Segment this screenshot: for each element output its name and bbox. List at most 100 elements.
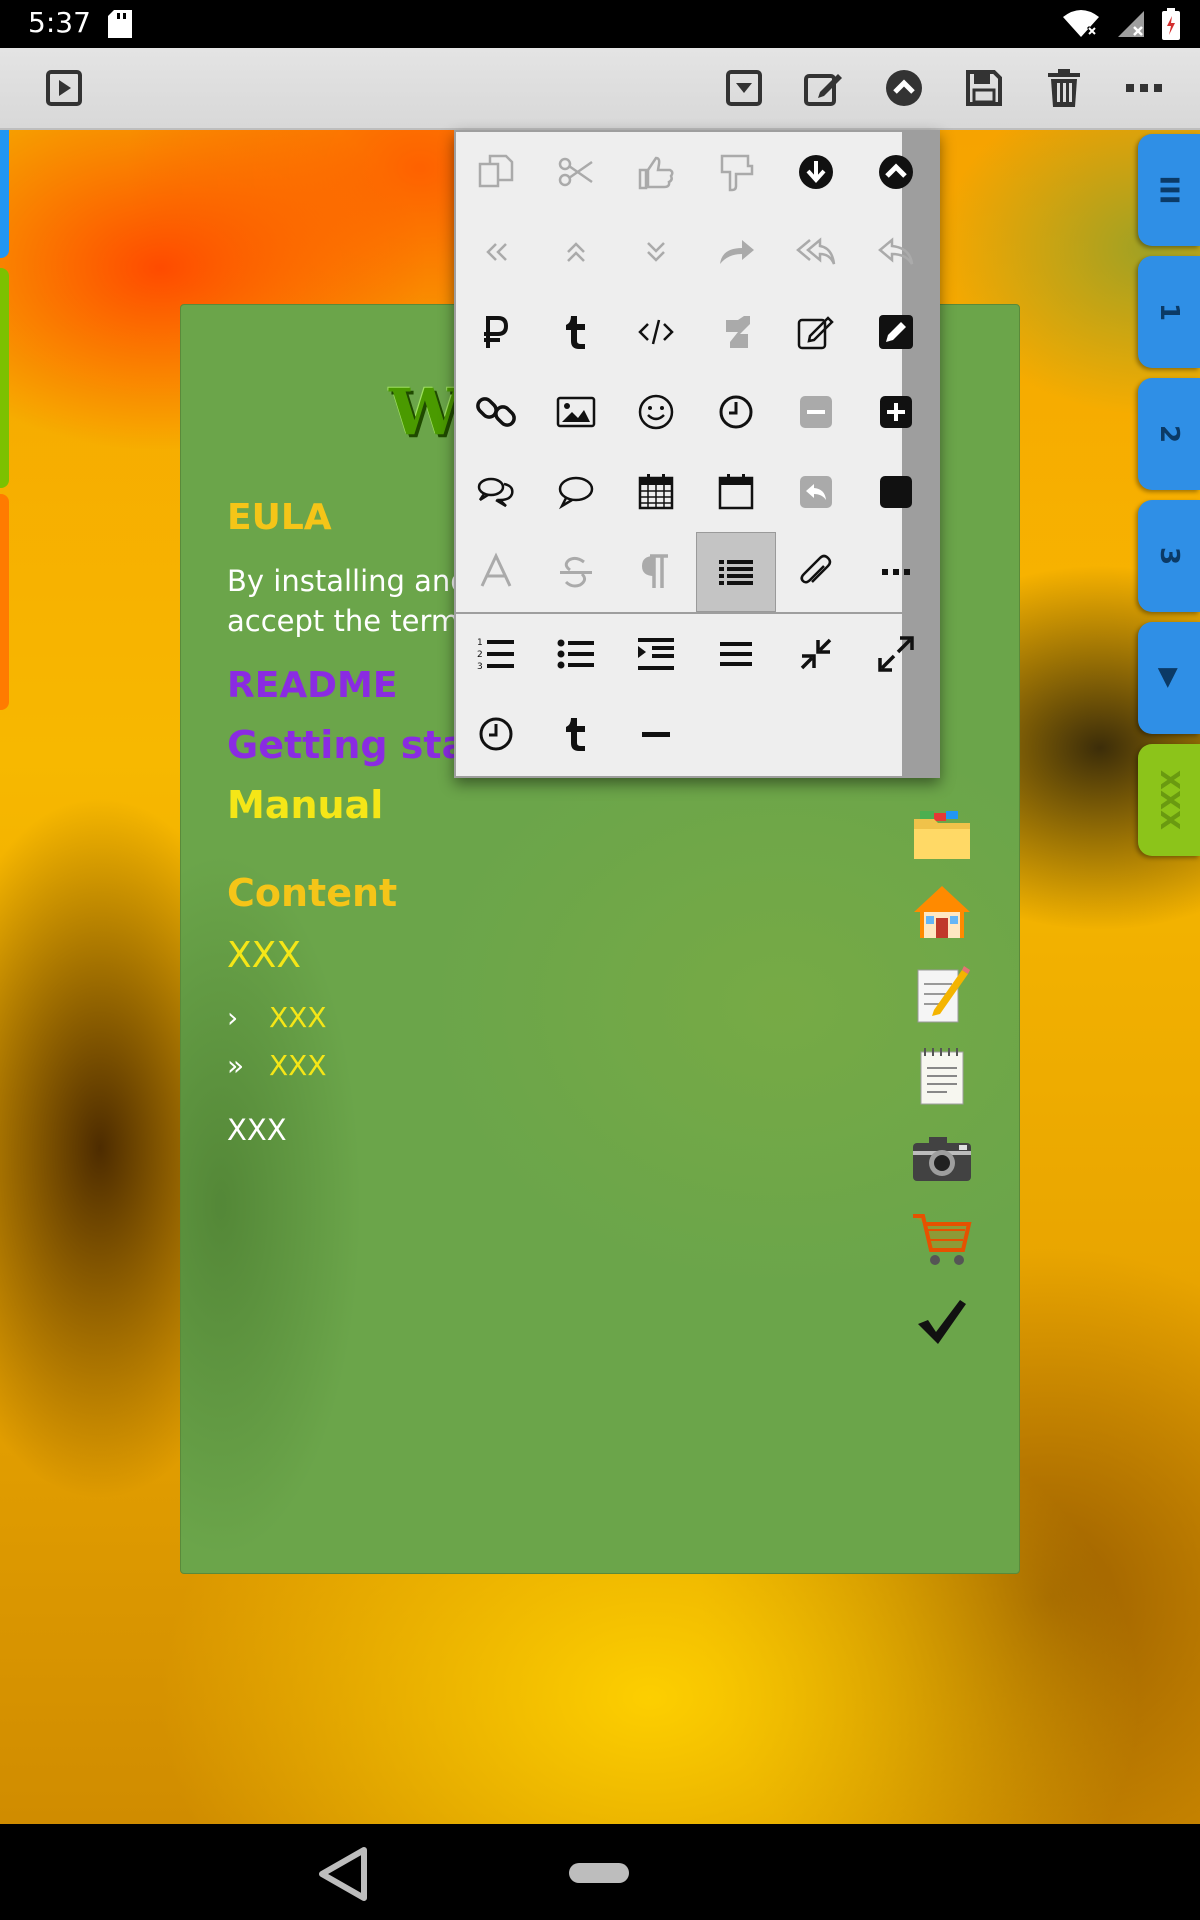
paperclip-icon[interactable] — [776, 532, 856, 612]
tab-label: 1 — [1154, 302, 1184, 322]
pencil-square-icon[interactable] — [856, 292, 936, 372]
play-in-box-icon[interactable] — [40, 64, 88, 112]
reply-all-icon[interactable] — [776, 212, 856, 292]
bullet-single-chevron: › — [227, 1001, 239, 1034]
strikethrough-icon[interactable] — [536, 532, 616, 612]
content-item[interactable]: XXX — [227, 1113, 287, 1147]
left-edge-tab-green[interactable] — [0, 268, 9, 488]
tab-label: 2 — [1154, 424, 1184, 444]
tab-menu[interactable]: III — [1138, 134, 1200, 246]
minus-square-icon[interactable] — [776, 372, 856, 452]
copy-icon[interactable] — [456, 132, 536, 212]
expand-icon[interactable] — [856, 614, 936, 694]
svg-text:3: 3 — [477, 662, 483, 672]
tab-label: III — [1154, 175, 1184, 205]
arrow-down-circle-icon[interactable] — [776, 132, 856, 212]
home-pill[interactable] — [568, 1862, 630, 1888]
eula-heading[interactable]: EULA — [227, 497, 332, 538]
calendar-icon[interactable] — [616, 452, 696, 532]
bulleted-list-icon[interactable] — [536, 614, 616, 694]
paste-icon[interactable] — [696, 132, 776, 212]
wifi-off-icon — [1062, 9, 1100, 43]
deviantart-icon[interactable] — [696, 292, 776, 372]
image-icon[interactable] — [536, 372, 616, 452]
share-square-icon[interactable] — [776, 452, 856, 532]
check-mark-emoji[interactable] — [909, 1289, 975, 1355]
code-icon[interactable] — [616, 292, 696, 372]
ordered-list-icon[interactable]: 1 2 3 — [456, 614, 536, 694]
tab-xxx[interactable]: XXX — [1138, 744, 1200, 856]
double-up-icon[interactable] — [536, 212, 616, 292]
chevron-up-circle-icon[interactable] — [880, 64, 928, 112]
undo-icon[interactable] — [856, 212, 936, 292]
memo-emoji[interactable] — [909, 961, 975, 1027]
tumblr-icon[interactable] — [536, 292, 616, 372]
comments-icon[interactable] — [456, 452, 536, 532]
tab-label: XXX — [1153, 769, 1184, 831]
left-edge-tab-orange[interactable] — [0, 494, 9, 710]
notepad-emoji[interactable] — [909, 1043, 975, 1109]
folder-emoji[interactable] — [909, 803, 975, 869]
list-item[interactable]: › XXX — [227, 1001, 327, 1034]
status-time: 5:37 — [28, 6, 91, 39]
redo-icon[interactable] — [696, 212, 776, 292]
thumbs-up-icon[interactable] — [616, 132, 696, 212]
list-item-label: XXX — [269, 1001, 327, 1034]
tab-3[interactable]: 3 — [1138, 500, 1200, 612]
list-icon[interactable] — [696, 532, 776, 612]
comment-icon[interactable] — [536, 452, 616, 532]
list-item-label: XXX — [269, 1049, 327, 1082]
edit-square-icon[interactable] — [776, 292, 856, 372]
pilcrow-icon[interactable] — [616, 532, 696, 612]
trash-icon[interactable] — [1040, 64, 1088, 112]
tab-1[interactable]: 1 — [1138, 256, 1200, 368]
svg-text:2: 2 — [477, 650, 483, 660]
camera-emoji[interactable] — [909, 1125, 975, 1191]
horizontal-rule-icon[interactable] — [616, 694, 696, 774]
tab-play[interactable]: ▶ — [1138, 622, 1200, 734]
house-emoji[interactable] — [909, 879, 975, 945]
smiley-icon[interactable] — [616, 372, 696, 452]
indent-icon[interactable] — [616, 614, 696, 694]
tab-label: 3 — [1154, 546, 1184, 566]
note-title: W — [389, 375, 461, 450]
more-horizontal-icon[interactable] — [1120, 64, 1168, 112]
cut-icon[interactable] — [536, 132, 616, 212]
formatting-palette-popup: 1 2 3 — [454, 130, 940, 778]
navigation-bar — [0, 1824, 1200, 1920]
content-heading: Content — [227, 871, 398, 915]
edit-icon[interactable] — [800, 64, 848, 112]
ellipsis-icon[interactable] — [856, 532, 936, 612]
tumblr-icon[interactable] — [536, 694, 616, 774]
double-left-icon[interactable] — [456, 212, 536, 292]
ruble-icon[interactable] — [456, 292, 536, 372]
battery-icon — [1162, 8, 1180, 44]
clock-icon[interactable] — [696, 372, 776, 452]
tab-label: ▶ — [1154, 668, 1184, 688]
arrow-up-circle-icon[interactable] — [856, 132, 936, 212]
content-item[interactable]: XXX — [227, 935, 301, 976]
save-icon[interactable] — [960, 64, 1008, 112]
status-bar: 5:37 — [0, 0, 1200, 48]
toolbar — [0, 48, 1200, 130]
stop-square-icon[interactable] — [856, 452, 936, 532]
tab-2[interactable]: 2 — [1138, 378, 1200, 490]
link-icon[interactable] — [456, 372, 536, 452]
clock-icon[interactable] — [456, 694, 536, 774]
calendar-blank-icon[interactable] — [696, 452, 776, 532]
manual-link[interactable]: Manual — [227, 783, 383, 827]
plus-square-icon[interactable] — [856, 372, 936, 452]
shopping-cart-emoji[interactable] — [909, 1207, 975, 1273]
dropdown-box-icon[interactable] — [720, 64, 768, 112]
double-down-icon[interactable] — [616, 212, 696, 292]
back-icon[interactable] — [316, 1846, 370, 1906]
compress-icon[interactable] — [776, 614, 856, 694]
svg-text:1: 1 — [477, 638, 483, 648]
readme-link[interactable]: README — [227, 665, 397, 706]
signal-off-icon — [1116, 9, 1146, 43]
bullet-double-chevron: » — [227, 1049, 245, 1082]
align-justify-icon[interactable] — [696, 614, 776, 694]
list-item[interactable]: » XXX — [227, 1049, 327, 1082]
sd-card-icon — [108, 10, 132, 42]
font-icon[interactable] — [456, 532, 536, 612]
